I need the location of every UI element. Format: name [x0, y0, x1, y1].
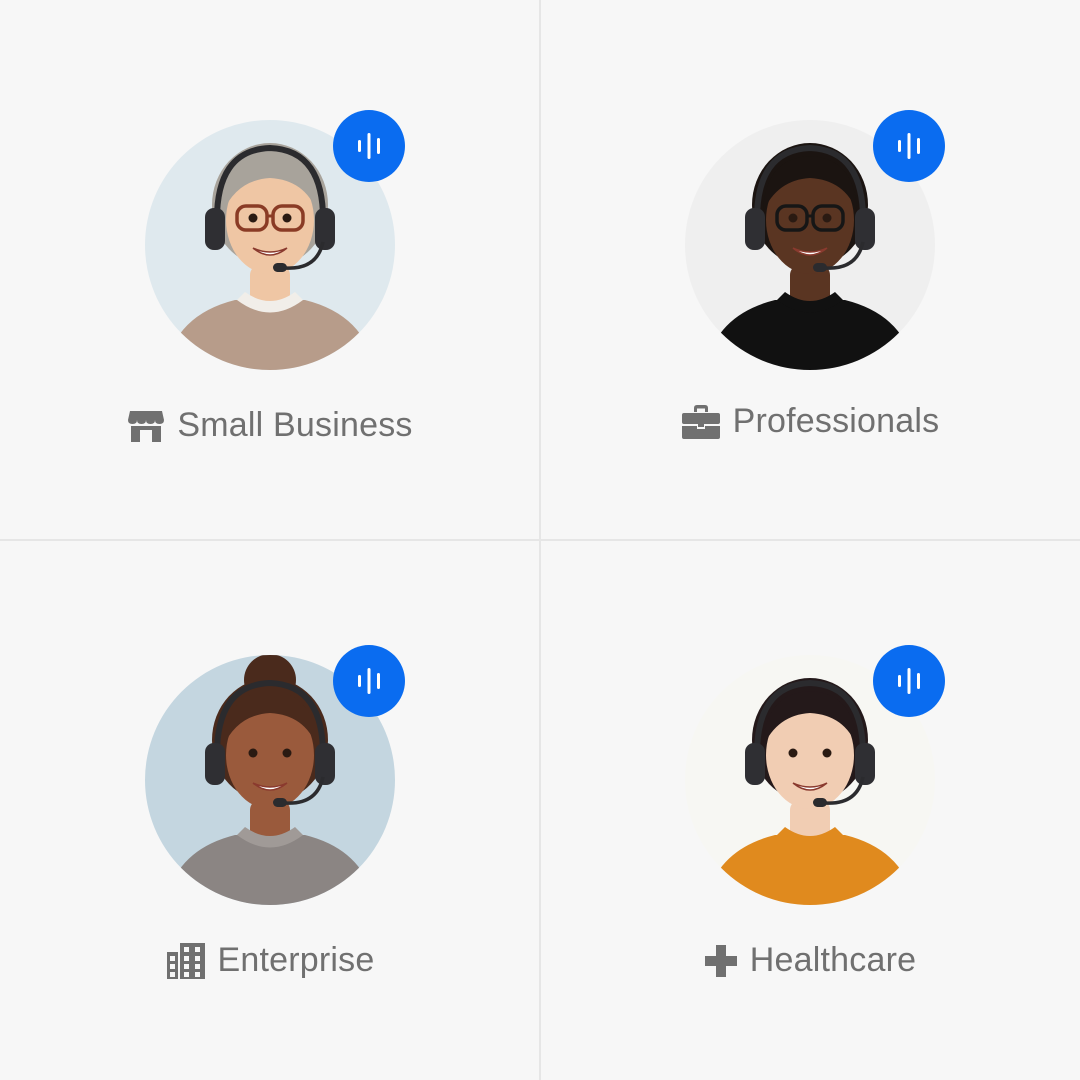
category-card-professionals[interactable]: Professionals	[540, 0, 1080, 540]
briefcase-icon	[681, 404, 721, 440]
category-label: Enterprise	[217, 941, 375, 979]
avatar-container	[145, 645, 405, 905]
category-card-small-business[interactable]: Small Business	[0, 0, 540, 540]
store-icon	[127, 409, 165, 443]
plus-icon	[704, 944, 738, 978]
avatar-container	[145, 110, 405, 370]
category-label: Professionals	[732, 402, 940, 440]
category-label-row: Healthcare	[704, 941, 916, 980]
category-label-row: Small Business	[127, 406, 412, 445]
voice-wave-icon[interactable]	[333, 645, 405, 717]
avatar-container	[685, 110, 945, 370]
category-card-enterprise[interactable]: Enterprise	[0, 540, 540, 1080]
agent-category-grid: Small Business Professionals Enterprise …	[0, 0, 1080, 1080]
voice-wave-icon[interactable]	[873, 110, 945, 182]
building-icon	[166, 942, 206, 980]
category-label-row: Enterprise	[166, 941, 375, 980]
category-label: Healthcare	[749, 941, 917, 979]
category-label: Small Business	[177, 406, 413, 444]
category-label-row: Professionals	[681, 402, 940, 441]
voice-wave-icon[interactable]	[333, 110, 405, 182]
avatar-container	[685, 645, 945, 905]
category-card-healthcare[interactable]: Healthcare	[540, 540, 1080, 1080]
voice-wave-icon[interactable]	[873, 645, 945, 717]
